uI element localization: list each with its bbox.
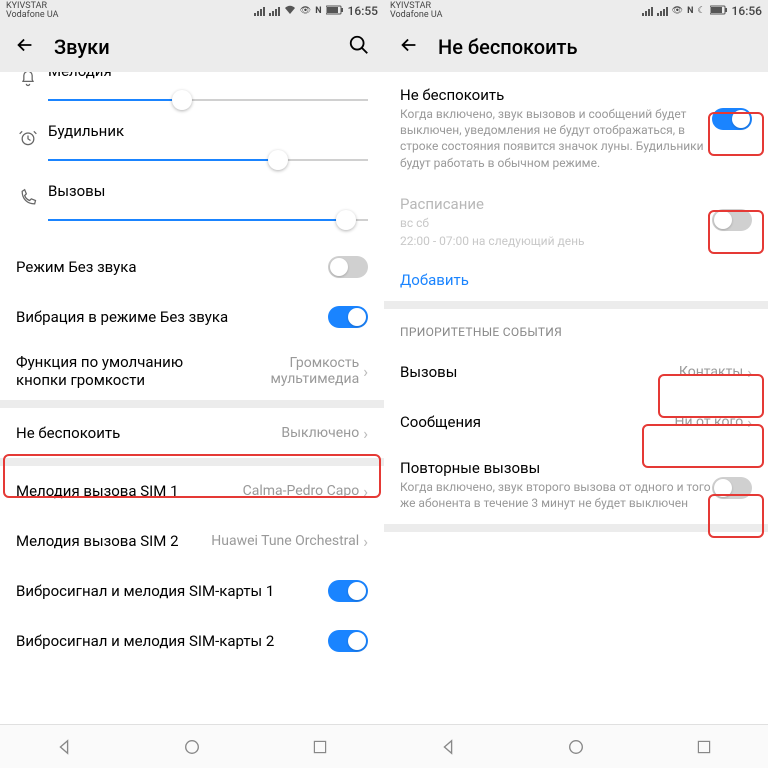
slider-calls[interactable]: Вызовы — [0, 174, 384, 242]
clock: 16:55 — [348, 4, 378, 18]
nav-back[interactable] — [54, 737, 74, 757]
signal-icon — [657, 7, 668, 16]
bell-icon — [8, 72, 48, 88]
toggle-silent[interactable] — [328, 256, 368, 278]
eye-icon: 👁 — [672, 6, 683, 16]
back-icon[interactable] — [398, 34, 420, 60]
search-icon[interactable] — [348, 34, 370, 60]
clock: 16:56 — [732, 4, 762, 18]
right-pane: KYIVSTAR Vodafone UA 👁 N ☾ 16:56 Не бесп… — [384, 0, 768, 768]
add-schedule-link[interactable]: Добавить — [384, 259, 768, 301]
page-title: Звуки — [54, 35, 110, 59]
toggle-vibro-sim2[interactable] — [328, 630, 368, 652]
row-calls[interactable]: Вызовы Контакты › — [384, 347, 768, 397]
battery-icon — [326, 5, 344, 18]
row-dnd-main[interactable]: Не беспокоить Когда включено, звук вызов… — [384, 72, 768, 185]
toggle-vibro-sim1[interactable] — [328, 580, 368, 602]
app-bar: Звуки — [0, 22, 384, 72]
toggle-repeat[interactable] — [712, 477, 752, 499]
nfc-icon: N — [687, 6, 693, 16]
row-messages[interactable]: Сообщения Ни от кого › — [384, 397, 768, 447]
back-icon[interactable] — [14, 34, 36, 60]
row-silent-mode[interactable]: Режим Без звука — [0, 242, 384, 292]
carrier-2: Vodafone UA — [390, 11, 442, 20]
chevron-right-icon: › — [363, 424, 368, 443]
nav-home[interactable] — [182, 737, 202, 757]
nfc-icon: N — [315, 6, 321, 16]
slider-melody[interactable]: Мелодия — [0, 72, 384, 114]
row-repeat-calls[interactable]: Повторные вызовы Когда включено, звук вт… — [384, 447, 768, 523]
nav-bar — [0, 724, 384, 768]
phone-icon — [8, 182, 48, 208]
nav-recent[interactable] — [310, 737, 330, 757]
slider-alarm[interactable]: Будильник — [0, 114, 384, 174]
row-volume-function[interactable]: Функция по умолчанию кнопки громкости Гр… — [0, 342, 384, 400]
app-bar: Не беспокоить — [384, 22, 768, 72]
left-pane: KYIVSTAR Vodafone UA 👁 N 16:55 — [0, 0, 384, 768]
chevron-right-icon: › — [747, 413, 752, 432]
chevron-right-icon: › — [363, 532, 368, 551]
row-vibro-sim2[interactable]: Вибросигнал и мелодия SIM-карты 2 — [0, 616, 384, 666]
nav-home[interactable] — [566, 737, 586, 757]
slider-track[interactable] — [48, 206, 368, 234]
toggle-dnd[interactable] — [712, 108, 752, 130]
row-sim2-ringtone[interactable]: Мелодия вызова SIM 2 Huawei Tune Orchest… — [0, 516, 384, 566]
signal-icon — [642, 7, 653, 16]
wifi-icon — [284, 5, 296, 18]
nav-back[interactable] — [438, 737, 458, 757]
row-vibrate-silent[interactable]: Вибрация в режиме Без звука — [0, 292, 384, 342]
chevron-right-icon: › — [363, 362, 368, 381]
eye-icon: 👁 — [300, 6, 311, 16]
battery-icon — [710, 5, 728, 18]
toggle-schedule[interactable] — [712, 209, 752, 231]
carrier-2: Vodafone UA — [6, 11, 58, 20]
toggle-vibrate-silent[interactable] — [328, 306, 368, 328]
section-priority: ПРИОРИТЕТНЫЕ СОБЫТИЯ — [384, 309, 768, 347]
nav-recent[interactable] — [694, 737, 714, 757]
signal-icon — [269, 7, 280, 16]
row-sim1-ringtone[interactable]: Мелодия вызова SIM 1 Calma-Pedro Capo › — [0, 466, 384, 516]
chevron-right-icon: › — [363, 482, 368, 501]
nav-bar — [384, 724, 768, 768]
slider-track[interactable] — [48, 86, 368, 114]
row-dnd[interactable]: Не беспокоить Выключено › — [0, 408, 384, 458]
row-schedule[interactable]: Расписание вс сб 22:00 - 07:00 на следую… — [384, 185, 768, 259]
row-vibro-sim1[interactable]: Вибросигнал и мелодия SIM-карты 1 — [0, 566, 384, 616]
moon-icon: ☾ — [697, 6, 705, 16]
chevron-right-icon: › — [747, 363, 752, 382]
signal-icon — [254, 7, 265, 16]
status-bar: KYIVSTAR Vodafone UA 👁 N 16:55 — [0, 0, 384, 22]
alarm-icon — [8, 122, 48, 148]
page-title: Не беспокоить — [438, 35, 578, 59]
slider-track[interactable] — [48, 146, 368, 174]
status-bar: KYIVSTAR Vodafone UA 👁 N ☾ 16:56 — [384, 0, 768, 22]
